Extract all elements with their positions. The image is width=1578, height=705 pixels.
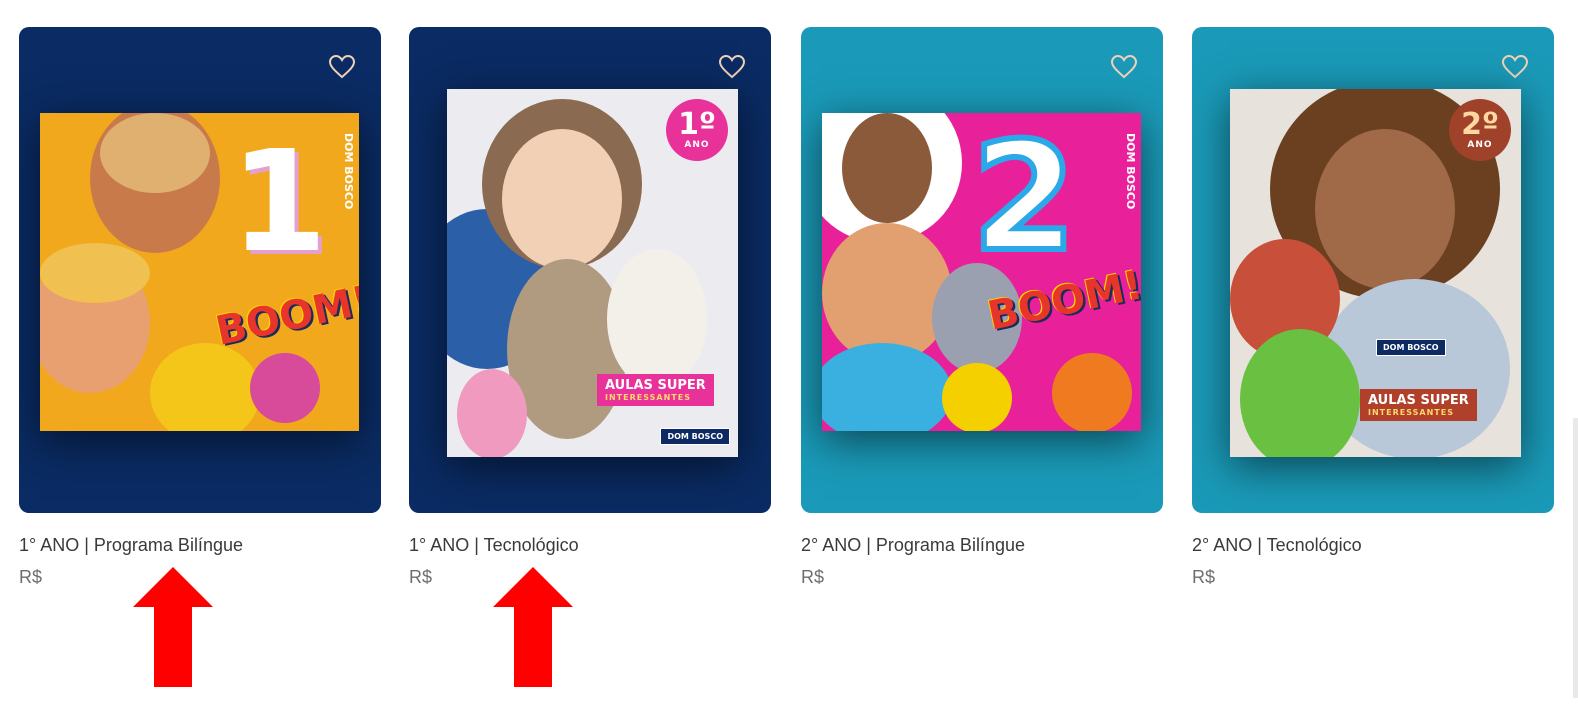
product-price: R$ <box>801 567 825 587</box>
heart-outline-icon[interactable] <box>1502 55 1528 79</box>
product-image-panel[interactable]: 2 BOOM! DOM BOSCO <box>801 27 1163 513</box>
cover-grade-number: 2 <box>969 113 1079 285</box>
cover-brand-badge: DOM BOSCO <box>660 428 730 445</box>
cover-brand-badge: DOM BOSCO <box>1376 339 1446 356</box>
cover-ribbon: AULAS SUPER INTERESSANTES <box>597 374 714 406</box>
cover-boom-text: BOOM! <box>211 277 359 355</box>
book-cover-image: 2 BOOM! DOM BOSCO <box>822 113 1141 431</box>
cover-ribbon: AULAS SUPER INTERESSANTES <box>1360 389 1477 421</box>
product-title[interactable]: 1° ANO | Tecnológico <box>409 535 771 556</box>
product-title[interactable]: 2° ANO | Programa Bilíngue <box>801 535 1163 556</box>
product-image-panel[interactable]: 1 BOOM! DOM BOSCO <box>19 27 381 513</box>
cover-brand-text: DOM BOSCO <box>1124 133 1137 210</box>
product-card[interactable]: 2º ANO DOM BOSCO AULAS SUPER INTERESSANT… <box>1192 27 1554 588</box>
red-up-arrow-icon <box>133 567 213 687</box>
page-scrollbar[interactable] <box>1573 418 1578 698</box>
cover-grade-number: 1 <box>230 121 328 284</box>
product-card[interactable]: 1 BOOM! DOM BOSCO 1° ANO | Programa Bilí… <box>19 27 381 588</box>
product-price: R$ <box>409 567 433 587</box>
product-image-panel[interactable]: 1º ANO AULAS SUPER INTERESSANTES DOM BOS… <box>409 27 771 513</box>
cover-grade-badge: 2º ANO <box>1449 99 1511 161</box>
product-card[interactable]: 2 BOOM! DOM BOSCO 2° ANO | Programa Bilí… <box>801 27 1163 588</box>
heart-outline-icon[interactable] <box>329 55 355 79</box>
product-grid: 1 BOOM! DOM BOSCO 1° ANO | Programa Bilí… <box>0 0 1578 705</box>
red-up-arrow-icon <box>493 567 573 687</box>
product-title[interactable]: 2° ANO | Tecnológico <box>1192 535 1554 556</box>
cover-grade-badge: 1º ANO <box>666 99 728 161</box>
product-price: R$ <box>1192 567 1216 587</box>
product-image-panel[interactable]: 2º ANO DOM BOSCO AULAS SUPER INTERESSANT… <box>1192 27 1554 513</box>
book-cover-image: 1º ANO AULAS SUPER INTERESSANTES DOM BOS… <box>447 89 738 457</box>
book-cover-image: 1 BOOM! DOM BOSCO <box>40 113 359 431</box>
heart-outline-icon[interactable] <box>1111 55 1137 79</box>
product-title[interactable]: 1° ANO | Programa Bilíngue <box>19 535 381 556</box>
product-card[interactable]: 1º ANO AULAS SUPER INTERESSANTES DOM BOS… <box>409 27 771 588</box>
book-cover-image: 2º ANO DOM BOSCO AULAS SUPER INTERESSANT… <box>1230 89 1521 457</box>
cover-brand-text: DOM BOSCO <box>342 133 355 210</box>
heart-outline-icon[interactable] <box>719 55 745 79</box>
